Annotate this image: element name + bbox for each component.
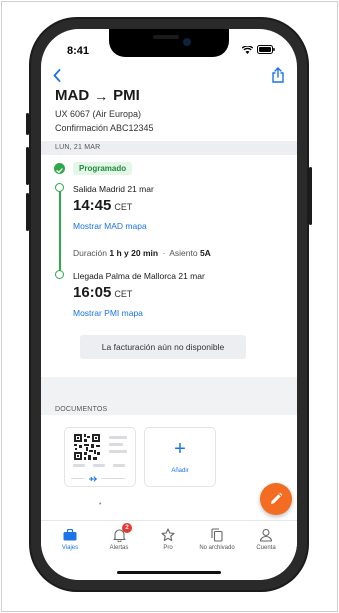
date-section-header: LUN, 21 MAR xyxy=(41,141,297,155)
route-arrow: → xyxy=(94,87,109,104)
mute-switch xyxy=(26,113,29,135)
status-badge: Programado xyxy=(73,162,133,175)
tab-label: No archivado xyxy=(199,545,235,551)
departure-dot xyxy=(55,183,64,192)
copy-icon xyxy=(211,528,223,542)
section-divider xyxy=(41,377,297,387)
tab-cuenta[interactable]: Cuenta xyxy=(243,527,289,551)
star-icon xyxy=(161,528,175,542)
alert-count-badge: 2 xyxy=(122,523,132,533)
add-document-button[interactable]: + Añadir xyxy=(145,428,215,486)
timeline-line xyxy=(59,184,61,274)
route-title: MAD → PMI xyxy=(55,87,140,104)
destination-code: PMI xyxy=(113,87,140,104)
checkin-button[interactable]: La facturación aún no disponible xyxy=(80,335,246,359)
suitcase-icon xyxy=(63,529,77,541)
volume-up-button xyxy=(26,147,29,185)
seat-prefix: Asiento xyxy=(169,248,198,258)
departure-time: 14:45 xyxy=(73,197,112,214)
battery-icon xyxy=(257,45,275,54)
confirmation-code: Confirmación ABC12345 xyxy=(55,123,154,133)
tab-label: Cuenta xyxy=(256,545,276,551)
status-icons xyxy=(242,45,275,54)
arrival-dot xyxy=(55,270,64,279)
tab-no-archivado[interactable]: No archivado xyxy=(194,527,240,551)
status-time: 8:41 xyxy=(67,45,90,57)
home-indicator[interactable] xyxy=(117,571,221,574)
app-screen: 8:41 MAD → PMI UX 6067 (Air Europa) Conf… xyxy=(41,29,297,580)
back-chevron-icon[interactable] xyxy=(53,67,61,85)
arrival-label: Llegada Palma de Mallorca 21 mar xyxy=(73,271,205,281)
duration-prefix: Duración xyxy=(73,248,108,258)
tab-alertas[interactable]: 2 Alertas xyxy=(96,523,142,551)
departure-label: Salida Madrid 21 mar xyxy=(73,184,154,194)
plane-icon xyxy=(89,476,97,484)
pencil-icon xyxy=(271,492,283,504)
duration-row: Duración 1 h y 20 min · Asiento 5A xyxy=(73,248,211,258)
date-label: LUN, 21 MAR xyxy=(55,144,101,151)
tab-viajes[interactable]: Viajes xyxy=(47,527,93,551)
person-icon xyxy=(259,528,273,542)
arrival-time: 16:05 xyxy=(73,284,112,301)
departure-map-link[interactable]: Mostrar MAD mapa xyxy=(73,221,147,231)
notch xyxy=(109,29,229,57)
departure-timezone: CET xyxy=(114,202,133,212)
tab-label: Pro xyxy=(163,545,173,551)
departure-time-row: 14:45 CET xyxy=(73,197,132,214)
check-circle-icon xyxy=(54,163,65,174)
power-button xyxy=(309,167,312,225)
arrival-map-link[interactable]: Mostrar PMI mapa xyxy=(73,308,143,318)
share-icon[interactable] xyxy=(271,67,285,83)
wifi-icon xyxy=(242,45,253,54)
documents-section-header: DOCUMENTOS xyxy=(41,387,297,415)
duration-separator: · xyxy=(162,248,166,258)
tab-label: Alertas xyxy=(109,545,129,551)
qr-code-icon xyxy=(73,433,101,461)
arrival-timezone: CET xyxy=(114,289,133,299)
edit-fab-button[interactable] xyxy=(260,483,292,515)
volume-down-button xyxy=(26,193,29,231)
arrival-time-row: 16:05 CET xyxy=(73,284,132,301)
seat-value: 5A xyxy=(199,248,211,258)
documents-heading: DOCUMENTOS xyxy=(55,406,108,413)
add-document-label: Añadir xyxy=(171,468,189,474)
flight-number: UX 6067 (Air Europa) xyxy=(55,109,142,119)
phone-frame: 8:41 MAD → PMI UX 6067 (Air Europa) Conf… xyxy=(26,17,312,592)
speaker xyxy=(153,35,179,39)
tab-label: Viajes xyxy=(61,545,79,551)
pagination-dot: • xyxy=(99,501,102,508)
origin-code: MAD xyxy=(55,87,90,104)
duration-value: 1 h y 20 min xyxy=(109,248,159,258)
plus-icon: + xyxy=(174,438,186,460)
front-camera xyxy=(183,38,191,46)
boarding-pass-document[interactable] xyxy=(65,428,135,486)
tab-pro[interactable]: Pro xyxy=(145,527,191,551)
